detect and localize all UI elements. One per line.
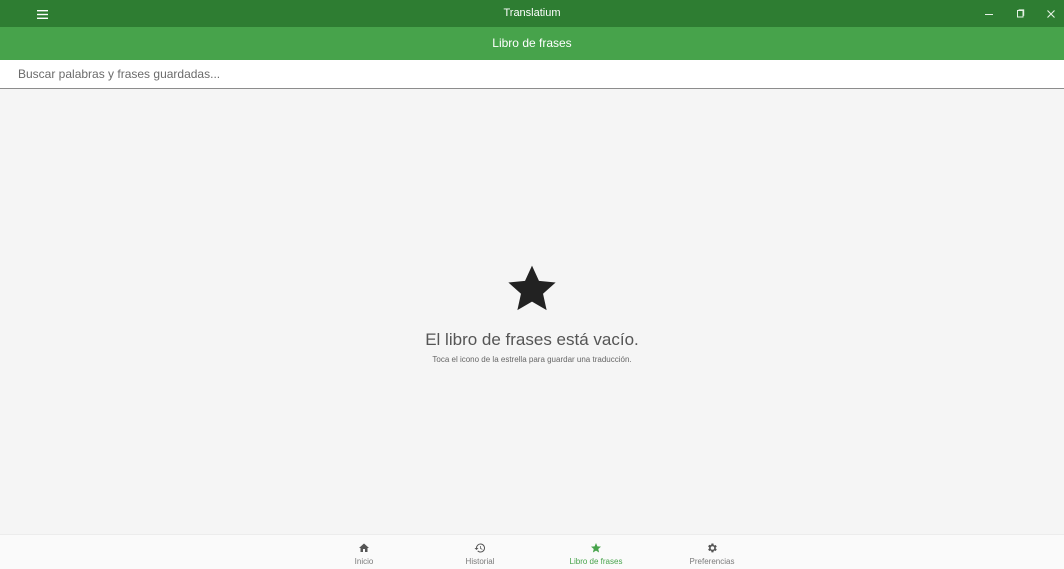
window-titlebar: Translatium [0,0,1064,27]
nav-item-inicio[interactable]: Inicio [314,535,414,569]
nav-item-historial[interactable]: Historial [430,535,530,569]
empty-state-heading: El libro de frases está vacío. [425,330,639,349]
minimize-icon[interactable] [972,0,1006,27]
search-bar [0,60,1064,89]
nav-item-libro-de-frases[interactable]: Libro de frases [546,535,646,569]
search-input[interactable] [18,60,1048,88]
nav-item-preferencias[interactable]: Preferencias [662,535,762,569]
nav-label: Inicio [354,557,374,566]
home-icon [359,543,369,552]
window-title: Translatium [503,7,561,19]
history-icon [474,543,486,553]
bottom-navigation: Inicio Historial Libro de frases Prefere… [0,534,1064,569]
nav-label: Historial [465,557,495,566]
star-icon [508,265,556,311]
empty-state: El libro de frases está vacío. Toca el i… [0,262,1064,364]
close-icon[interactable] [1034,0,1064,27]
gear-icon [708,543,717,553]
star-icon [591,543,601,553]
empty-state-subtext: Toca el icono de la estrella para guarda… [432,355,632,364]
app-bar: Libro de frases [0,27,1064,60]
page-title: Libro de frases [492,36,572,50]
nav-label: Libro de frases [569,557,623,566]
restore-icon[interactable] [1003,0,1037,27]
nav-label: Preferencias [689,557,735,566]
